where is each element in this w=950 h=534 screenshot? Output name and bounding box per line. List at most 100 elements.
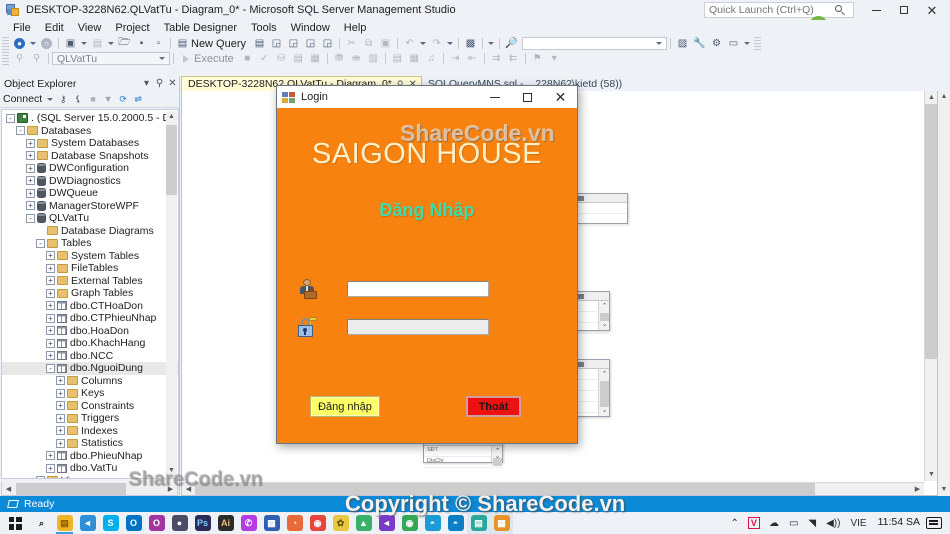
- menu-item-table-designer[interactable]: Table Designer: [157, 22, 244, 34]
- collapse-icon[interactable]: -: [46, 363, 55, 373]
- notification-icon[interactable]: [926, 517, 942, 529]
- expand-icon[interactable]: +: [46, 338, 55, 348]
- disconnect-server-icon[interactable]: ⚸: [71, 92, 85, 106]
- tree-node[interactable]: - dbo.NguoiDung: [2, 362, 178, 375]
- include-actual-plan-icon[interactable]: ⛃: [331, 52, 348, 66]
- collapse-icon[interactable]: -: [16, 126, 25, 136]
- client-statistics-icon[interactable]: ⛂: [348, 52, 365, 66]
- analysis-services-slt-icon[interactable]: ◲: [319, 37, 336, 51]
- expand-icon[interactable]: +: [46, 301, 55, 311]
- login-minimize-button[interactable]: [478, 86, 511, 108]
- expand-icon[interactable]: +: [46, 326, 55, 336]
- open-file-icon[interactable]: 🗁: [116, 37, 133, 51]
- taskbar-android-studio-icon[interactable]: ▲: [352, 512, 375, 534]
- toolbar2-grip[interactable]: [2, 52, 9, 65]
- tray-clock[interactable]: 11:54 SA: [872, 517, 926, 529]
- taskbar-database-app-icon[interactable]: ▤: [467, 512, 490, 534]
- password-input[interactable]: [347, 319, 489, 335]
- canvas-scroll-left-arrow[interactable]: ◀: [182, 483, 195, 495]
- new-item-icon[interactable]: ▤: [89, 37, 106, 51]
- overflow-chevron-icon[interactable]: [488, 42, 495, 45]
- tree-node[interactable]: Database Diagrams: [2, 225, 178, 238]
- hscroll-left-arrow[interactable]: ◀: [2, 485, 15, 493]
- copy-icon[interactable]: ⧉: [360, 37, 377, 51]
- connect-editor-icon[interactable]: ⚲: [11, 52, 28, 66]
- taskbar-star-icon[interactable]: ✿: [329, 512, 352, 534]
- connect-chevron-icon[interactable]: [47, 97, 54, 101]
- tree-node[interactable]: + dbo.HoaDon: [2, 325, 178, 338]
- diagram-scroll-up-arrow[interactable]: ⌃: [599, 369, 610, 380]
- tree-vertical-scrollbar[interactable]: ▲ ▼: [166, 111, 177, 477]
- outer-scroll-up-arrow[interactable]: ▲: [938, 91, 950, 103]
- indent-icon[interactable]: ⇥: [447, 52, 464, 66]
- tree-node[interactable]: + DWConfiguration: [2, 162, 178, 175]
- username-input[interactable]: [347, 281, 489, 297]
- expand-icon[interactable]: +: [36, 476, 45, 478]
- query-options-icon[interactable]: ▤: [290, 52, 307, 66]
- display-estimated-plan-icon[interactable]: ⛁: [273, 52, 290, 66]
- new-query-label[interactable]: New Query: [191, 38, 251, 50]
- taskbar-search-icon[interactable]: ⌕: [30, 512, 53, 534]
- tools-chevron-icon[interactable]: [744, 42, 751, 45]
- expand-icon[interactable]: +: [46, 463, 55, 473]
- comment-icon[interactable]: ♫: [423, 52, 440, 66]
- canvas-scroll-up-arrow[interactable]: ▲: [925, 91, 937, 104]
- taskbar-vs-code-icon[interactable]: ◄: [76, 512, 99, 534]
- expand-icon[interactable]: +: [46, 351, 55, 361]
- canvas-horizontal-scrollbar[interactable]: ◀ ▶: [182, 482, 924, 495]
- pin-icon[interactable]: ⚲: [153, 78, 166, 89]
- tree-node[interactable]: + DWDiagnostics: [2, 175, 178, 188]
- filter-icon[interactable]: ▼: [101, 92, 115, 106]
- toggle-view-icon[interactable]: ▩: [462, 37, 479, 51]
- expand-icon[interactable]: +: [46, 451, 55, 461]
- diagram-box-scrollbar[interactable]: ⌃ ⌄: [598, 369, 609, 416]
- paste-icon[interactable]: ▣: [377, 37, 394, 51]
- execute-play-icon[interactable]: [177, 52, 194, 66]
- new-query-icon[interactable]: ▤: [174, 37, 191, 51]
- tools-icon[interactable]: ⚙: [708, 37, 725, 51]
- panel-close-icon[interactable]: ✕: [166, 78, 179, 89]
- save-icon[interactable]: ▪: [133, 37, 150, 51]
- hscroll-right-arrow[interactable]: ▶: [164, 485, 177, 493]
- taskbar-dark-circle-icon[interactable]: ●: [168, 512, 191, 534]
- live-query-stats-icon[interactable]: ▦: [307, 52, 324, 66]
- collapse-icon[interactable]: -: [36, 238, 45, 248]
- properties-wrench-icon[interactable]: 🔧: [691, 37, 708, 51]
- menu-item-tools[interactable]: Tools: [244, 22, 284, 34]
- taskbar-chrome2-icon[interactable]: ◉: [398, 512, 421, 534]
- expand-icon[interactable]: +: [56, 388, 65, 398]
- refresh-icon[interactable]: ⟳: [116, 92, 130, 106]
- quick-launch-input[interactable]: [705, 4, 833, 16]
- decrease-indent-icon[interactable]: ⇇: [505, 52, 522, 66]
- connect-label[interactable]: Connect: [3, 93, 44, 105]
- taskbar-edge2-icon[interactable]: ◓: [444, 512, 467, 534]
- bookmark-icon[interactable]: ⚑: [529, 52, 546, 66]
- tray-vpn-icon[interactable]: V: [747, 517, 760, 529]
- taskbar-clock-icon[interactable]: ◔: [283, 512, 306, 534]
- tree-node[interactable]: + dbo.CTHoaDon: [2, 300, 178, 313]
- tree-node[interactable]: + Keys: [2, 387, 178, 400]
- tray-volume-icon[interactable]: ◀)): [821, 518, 845, 529]
- tree-node[interactable]: + FileTables: [2, 262, 178, 275]
- taskbar-photoshop-icon[interactable]: Ps: [191, 512, 214, 534]
- tree-node[interactable]: + DWQueue: [2, 187, 178, 200]
- taskbar-edge-icon[interactable]: ◓: [421, 512, 444, 534]
- analysis-services-mdx-icon[interactable]: ◲: [268, 37, 285, 51]
- taskbar-ssms-taskbar-icon[interactable]: ▦: [490, 512, 513, 534]
- object-explorer-tree[interactable]: -. (SQL Server 15.0.2000.5 - DESKTOP-Dat…: [1, 109, 179, 479]
- tree-node[interactable]: - Databases: [2, 125, 178, 138]
- expand-icon[interactable]: +: [46, 313, 55, 323]
- tray-language-indicator[interactable]: VIE: [845, 518, 871, 529]
- sql-object-icon[interactable]: ▨: [674, 37, 691, 51]
- tray-battery-icon[interactable]: ▭: [784, 518, 803, 529]
- tree-node[interactable]: + dbo.VatTu: [2, 462, 178, 475]
- login-close-button[interactable]: ✕: [544, 86, 577, 108]
- expand-icon[interactable]: +: [56, 426, 65, 436]
- tree-node[interactable]: + Constraints: [2, 400, 178, 413]
- results-to-file-icon[interactable]: ▦: [406, 52, 423, 66]
- taskbar-file-explorer-icon[interactable]: ▤: [53, 512, 76, 534]
- find-combo[interactable]: [522, 37, 668, 50]
- diagram-table-box[interactable]: ⌃ ⌄: [575, 291, 610, 334]
- cut-icon[interactable]: ✂: [343, 37, 360, 51]
- undo-chevron-icon[interactable]: [420, 42, 427, 45]
